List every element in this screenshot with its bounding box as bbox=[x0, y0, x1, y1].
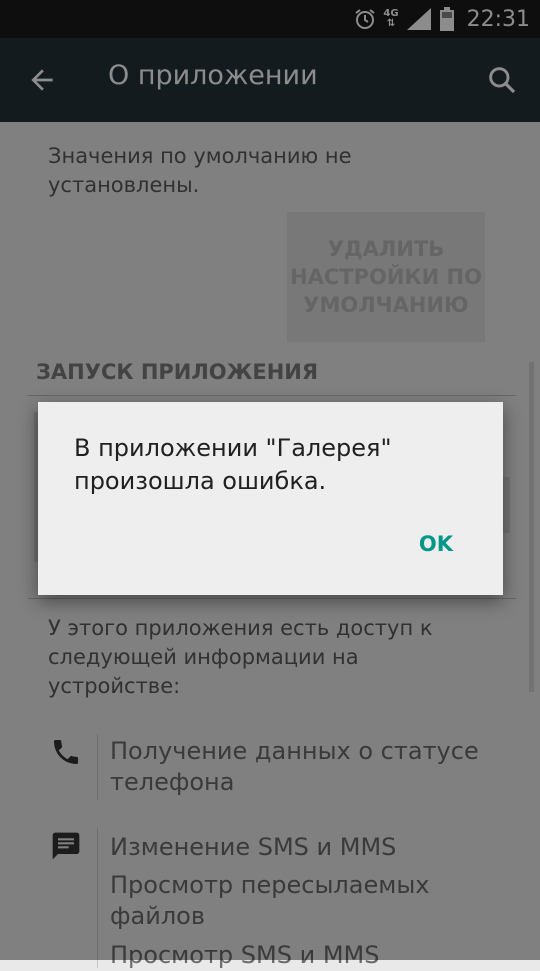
error-dialog: В приложении "Галерея" произошла ошибка.… bbox=[38, 402, 503, 595]
ok-button[interactable]: OK bbox=[419, 532, 453, 556]
dialog-message: В приложении "Галерея" произошла ошибка. bbox=[74, 434, 392, 495]
